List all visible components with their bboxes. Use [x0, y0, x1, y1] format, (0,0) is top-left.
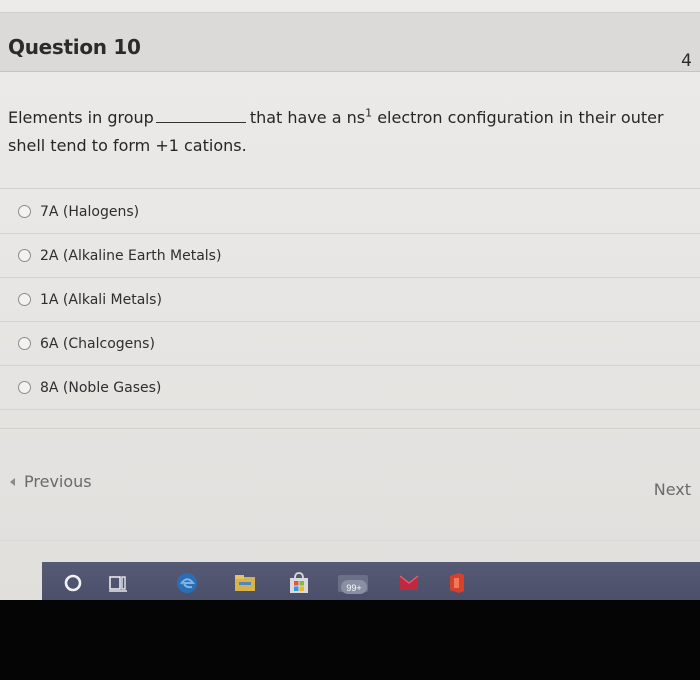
option-1[interactable]: 7A (Halogens): [0, 190, 700, 234]
answer-options: 7A (Halogens) 2A (Alkaline Earth Metals)…: [0, 190, 700, 410]
edge-browser-icon[interactable]: [170, 562, 204, 604]
radio-button-icon[interactable]: [18, 337, 31, 350]
option-4[interactable]: 6A (Chalcogens): [0, 322, 700, 366]
windows-taskbar: 99+: [42, 562, 700, 604]
store-icon[interactable]: [282, 562, 316, 604]
divider: [0, 188, 700, 189]
option-label: 8A (Noble Gases): [40, 379, 162, 396]
question-text-before: Elements in group: [8, 108, 154, 127]
radio-button-icon[interactable]: [18, 381, 31, 394]
cortana-circle-icon[interactable]: [56, 562, 90, 604]
office-app-icon[interactable]: [442, 562, 472, 604]
file-explorer-icon[interactable]: [228, 562, 262, 604]
previous-button[interactable]: Previous: [10, 472, 92, 491]
option-label: 6A (Chalcogens): [40, 335, 155, 352]
office-icon[interactable]: [394, 562, 424, 604]
left-arrow-icon: [10, 477, 15, 486]
browser-viewport: Question 10 4 Elements in group that have…: [0, 0, 700, 604]
question-points: 4: [681, 51, 692, 71]
divider: [0, 428, 700, 429]
previous-label: Previous: [24, 472, 92, 491]
task-view-icon[interactable]: [102, 562, 136, 604]
radio-button-icon[interactable]: [18, 249, 31, 262]
answer-blank: [155, 108, 246, 123]
option-3[interactable]: 1A (Alkali Metals): [0, 278, 700, 322]
laptop-bezel: [0, 600, 700, 680]
option-5[interactable]: 8A (Noble Gases): [0, 366, 700, 410]
question-text: Elements in group that have a ns1 electro…: [8, 104, 693, 160]
question-header: Question 10 4: [0, 12, 700, 72]
option-label: 7A (Halogens): [40, 203, 140, 220]
mail-badge: 99+: [346, 583, 361, 593]
divider: [0, 540, 700, 541]
mail-icon[interactable]: 99+: [332, 562, 378, 604]
option-label: 1A (Alkali Metals): [40, 291, 162, 308]
option-label: 2A (Alkaline Earth Metals): [40, 247, 222, 264]
question-text-middle: that have a ns: [249, 108, 366, 127]
radio-button-icon[interactable]: [18, 293, 31, 306]
next-button[interactable]: Next: [654, 480, 691, 499]
question-title: Question 10: [8, 35, 141, 59]
option-2[interactable]: 2A (Alkaline Earth Metals): [0, 234, 700, 278]
radio-button-icon[interactable]: [18, 205, 31, 218]
